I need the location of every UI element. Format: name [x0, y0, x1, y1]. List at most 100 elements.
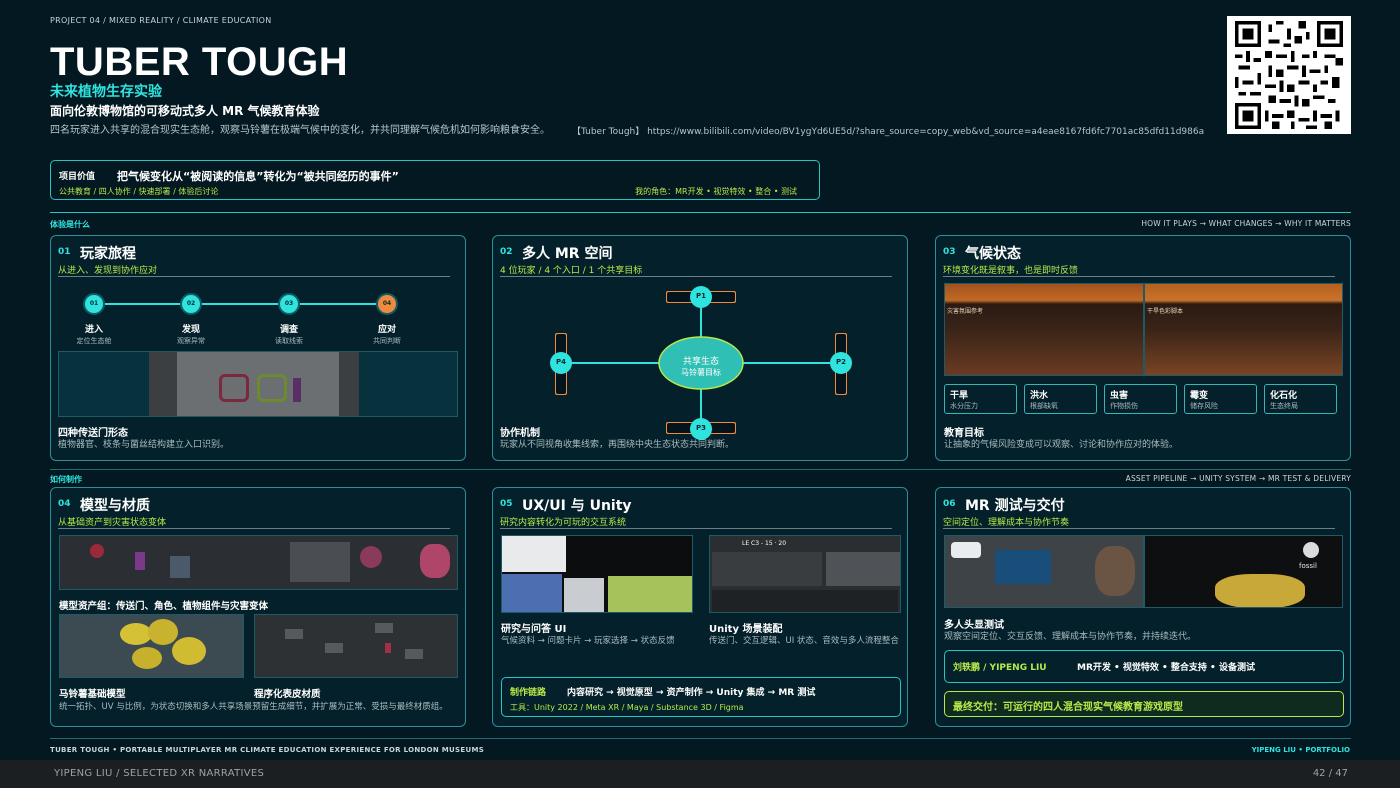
- delivery-text: 最终交付：可运行的四人混合现实气候教育游戏原型: [953, 702, 1183, 713]
- portfolio-page: PROJECT 04 / MIXED REALITY / CLIMATE EDU…: [0, 0, 1400, 760]
- section-divider: [50, 212, 1351, 213]
- step-dot-01: 01: [83, 293, 105, 315]
- page-subtitle: 未来植物生存实验: [50, 84, 162, 100]
- unity-scene-title: LE C3 - 15 · 20: [742, 540, 787, 547]
- potato-mesh: [148, 619, 178, 645]
- chip-sub: 根部缺氧: [1030, 402, 1058, 410]
- climate-chip-pests: 虫害 作物损伤: [1104, 384, 1177, 414]
- card-caption-title: 程序化表皮材质: [254, 689, 321, 700]
- player-label-p4: P4: [555, 358, 566, 366]
- chip-sub: 生态终局: [1270, 402, 1298, 410]
- card-number: 05: [500, 499, 513, 509]
- card-title: 玩家旅程: [80, 246, 136, 262]
- person-roles: MR开发 • 视觉特效 • 整合支持 • 设备测试: [1077, 663, 1255, 673]
- card-subtitle: 从进入、发现到协作应对: [58, 266, 158, 276]
- step-sublabel: 定位生态舱: [76, 337, 112, 345]
- ui-panel: [608, 576, 692, 612]
- card-divider: [500, 528, 892, 529]
- step-sublabel: 观察异常: [177, 337, 205, 345]
- player-label-p3: P3: [695, 424, 706, 432]
- disaster-mood-reference: 灾害氛围参考: [944, 283, 1144, 376]
- deck-title: YIPENG LIU / SELECTED XR NARRATIVES: [54, 768, 265, 779]
- card-caption-text: 玩家从不同视角收集线索，再围绕中央生态状态共同判断。: [500, 440, 735, 450]
- person-box: 刘轶鹏 / YIPENG LIU MR开发 • 视觉特效 • 整合支持 • 设备…: [944, 650, 1344, 683]
- card-number: 06: [943, 499, 956, 509]
- shared-goal-line2: 马铃薯目标: [681, 368, 721, 377]
- climate-chip-mold: 霉变 储存风险: [1184, 384, 1257, 414]
- project-value-statement: 把气候变化从“被阅读的信息”转化为“被共同经历的事件”: [117, 170, 399, 183]
- step-sublabel: 读取线索: [275, 337, 303, 345]
- section-flow-what: HOW IT PLAYS → WHAT CHANGES → WHY IT MAT…: [1141, 219, 1351, 228]
- card-player-journey: 01 玩家旅程 从进入、发现到协作应对 01 02 03 04 进入 发现 调查…: [50, 235, 466, 461]
- chip-name: 霉变: [1190, 391, 1209, 401]
- card-divider: [943, 528, 1335, 529]
- headset-test-photo: [944, 535, 1144, 608]
- footer-right: YIPENG LIU • PORTFOLIO: [1251, 746, 1350, 754]
- card-title: UX/UI 与 Unity: [522, 498, 632, 514]
- card-caption-title: 协作机制: [500, 428, 540, 439]
- card-subtitle: 环境变化既是叙事，也是即时反馈: [943, 266, 1079, 276]
- ui-panel: [502, 574, 562, 612]
- unity-panel: [712, 552, 822, 586]
- card-title: 气候状态: [965, 246, 1021, 262]
- step-label: 应对: [377, 325, 396, 335]
- ui-panel: [564, 578, 604, 612]
- card-divider: [943, 276, 1335, 277]
- card-caption-title: 模型资产组：传送门、角色、植物组件与灾害变体: [59, 601, 269, 612]
- climate-chip-fossil: 化石化 生态终局: [1264, 384, 1337, 414]
- editor-panel: [149, 352, 177, 416]
- potato-mesh: [132, 647, 162, 669]
- page-tagline: 面向伦敦博物馆的可移动式多人 MR 气候教育体验: [50, 104, 320, 118]
- journey-line: [94, 303, 388, 305]
- qr-code-image[interactable]: [1227, 16, 1351, 134]
- shot-label: 灾害氛围参考: [947, 308, 984, 315]
- player-label-p2: P2: [835, 358, 846, 366]
- my-role-text: 我的角色：MR开发 • 视觉特效 • 整合 • 测试: [635, 187, 797, 196]
- card-caption-text: 植物器官、枝条与菌丝结构建立入口识别。: [58, 440, 230, 450]
- card-subtitle: 空间定位、理解成本与协作节奏: [943, 518, 1070, 528]
- footer-left: TUBER TOUGH • PORTABLE MULTIPLAYER MR CL…: [50, 746, 485, 754]
- card-caption-title: 教育目标: [944, 428, 984, 439]
- qr-code-icon: [1235, 21, 1343, 129]
- step-label: 发现: [181, 325, 200, 335]
- card-caption-text: 传送门、交互逻辑、UI 状态、音效与多人流程整合: [709, 636, 899, 646]
- delivery-box: 最终交付：可运行的四人混合现实气候教育游戏原型: [944, 691, 1344, 717]
- card-subtitle: 4 位玩家 / 4 个入口 / 1 个共享目标: [500, 266, 643, 276]
- step-dot-03: 03: [278, 293, 300, 315]
- shared-goal-line1: 共享生态: [682, 357, 719, 367]
- portal-model: [293, 378, 301, 402]
- person-name: 刘轶鹏 / YIPENG LIU: [953, 663, 1047, 673]
- drought-color-script: 干旱色彩脚本: [1144, 283, 1343, 376]
- section-label-what: 体验是什么: [50, 220, 90, 229]
- card-multiplayer-space: 02 多人 MR 空间 4 位玩家 / 4 个入口 / 1 个共享目标 P1 P…: [492, 235, 908, 461]
- node-box: [325, 643, 343, 653]
- card-climate-states: 03 气候状态 环境变化既是叙事，也是即时反馈 灾害氛围参考 干旱色彩脚本 干旱…: [935, 235, 1351, 461]
- asset-thumb: [360, 546, 382, 568]
- portal-model: [219, 374, 249, 402]
- fossil-label: fossil: [1299, 562, 1317, 570]
- project-value-tags: 公共教育 / 四人协作 / 快速部署 / 体验后讨论: [59, 187, 219, 196]
- card-divider: [58, 276, 450, 277]
- potato-mesh: [172, 637, 206, 665]
- asset-thumb: [90, 544, 104, 558]
- step-label: 进入: [84, 325, 103, 335]
- card-caption-title: 多人头显测试: [944, 620, 1004, 631]
- footer-divider: [50, 738, 1351, 739]
- chip-sub: 作物损伤: [1110, 402, 1138, 410]
- node-box: [405, 649, 423, 659]
- climate-chip-flood: 洪水 根部缺氧: [1024, 384, 1097, 414]
- asset-thumb: [290, 542, 350, 582]
- card-uxui-unity: 05 UX/UI 与 Unity 研究内容转化为可玩的交互系统 LE C3 - …: [492, 487, 908, 727]
- portal-model: [257, 374, 287, 402]
- chip-name: 洪水: [1030, 391, 1049, 401]
- pipeline-label: 制作链路: [510, 688, 547, 698]
- model-assets-screenshot: [59, 535, 458, 590]
- headset-shape: [951, 542, 981, 558]
- card-title: 模型与材质: [80, 498, 150, 514]
- card-number: 02: [500, 247, 513, 257]
- page-counter: 42 / 47: [1312, 768, 1348, 779]
- section-divider: [50, 469, 1351, 470]
- node-box: [375, 623, 393, 633]
- chip-name: 干旱: [950, 391, 969, 401]
- video-link[interactable]: 【Tuber Tough】 https://www.bilibili.com/v…: [572, 124, 1204, 137]
